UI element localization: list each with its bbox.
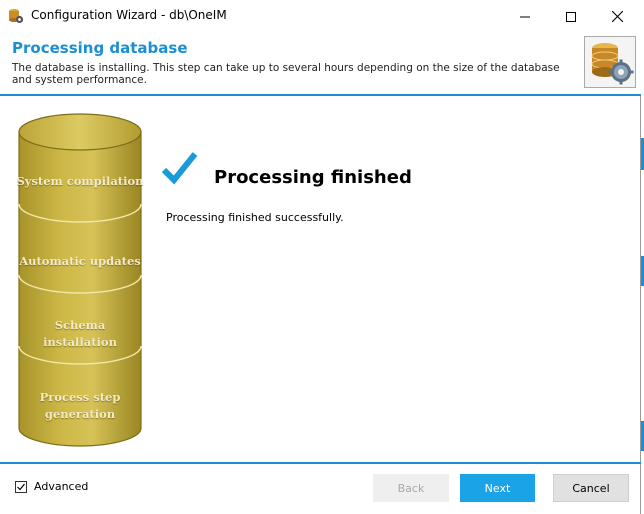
maximize-button[interactable] — [548, 0, 594, 32]
footer-divider — [0, 462, 641, 464]
wizard-header: Processing database The database is inst… — [0, 32, 641, 94]
advanced-label: Advanced — [34, 480, 89, 493]
step-label-schema-installation: Schema installation — [43, 318, 117, 349]
advanced-checkbox[interactable]: Advanced — [15, 480, 88, 493]
app-icon — [8, 8, 24, 24]
step-label-process-step-generation: Process step generation — [39, 390, 121, 421]
database-gear-icon — [584, 36, 636, 88]
close-icon — [611, 7, 623, 26]
step-label-automatic-updates: Automatic updates — [19, 254, 141, 268]
step-cylinder: System compilation Automatic updates Sch… — [16, 112, 144, 452]
header-divider — [0, 94, 641, 96]
result-title: Processing finished — [214, 167, 412, 188]
checkbox-checked-icon[interactable] — [15, 480, 27, 493]
next-button[interactable]: Next — [460, 474, 535, 502]
maximize-icon — [566, 7, 576, 26]
window-title: Configuration Wizard - db\OneIM — [31, 8, 227, 22]
checkmark-icon — [160, 150, 200, 190]
cancel-button[interactable]: Cancel — [553, 474, 629, 502]
result-message: Processing finished successfully. — [166, 211, 344, 224]
page-title: Processing database — [12, 39, 188, 57]
minimize-icon — [520, 7, 530, 26]
back-button[interactable]: Back — [373, 474, 449, 502]
minimize-button[interactable] — [502, 0, 548, 32]
step-label-system-compilation: System compilation — [16, 174, 144, 188]
page-subtitle: The database is installing. This step ca… — [12, 62, 560, 86]
close-button[interactable] — [594, 0, 640, 32]
title-bar[interactable]: Configuration Wizard - db\OneIM — [0, 0, 641, 32]
